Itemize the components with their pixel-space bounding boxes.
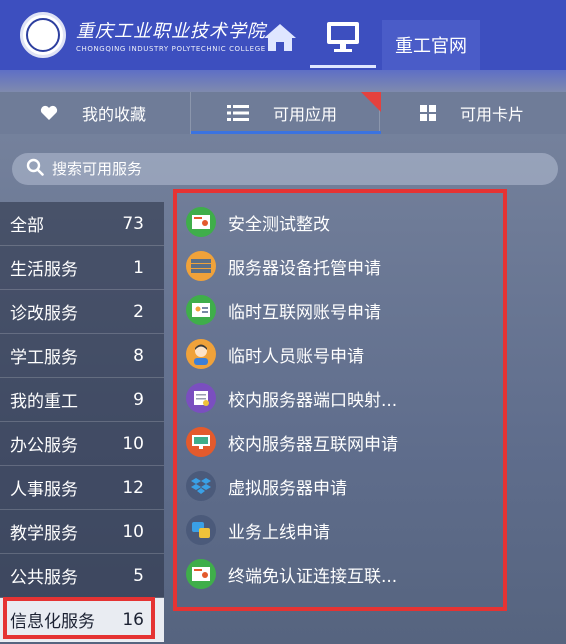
category-label: 我的重工 [10, 392, 78, 412]
category-count: 5 [133, 565, 144, 586]
person-icon [186, 339, 216, 369]
search-bar[interactable] [12, 153, 558, 185]
tab-available-cards[interactable]: 可用卡片 [420, 92, 566, 134]
monitor-icon[interactable] [310, 14, 376, 70]
category-label: 教学服务 [10, 524, 78, 544]
certificate-icon [186, 207, 216, 237]
category-label: 办公服务 [10, 436, 78, 456]
tab-available-apps[interactable]: 可用应用 [190, 92, 381, 134]
category-label: 诊改服务 [10, 304, 78, 324]
category-item-life[interactable]: 生活服务 1 [0, 246, 164, 290]
category-count: 9 [133, 389, 144, 410]
college-logo[interactable]: 重庆工业职业技术学院 CHONGQING INDUSTRY POLYTECHNI… [20, 12, 266, 58]
logo-title-cn: 重庆工业职业技术学院 [76, 21, 266, 42]
tab-favorites-label: 我的收藏 [82, 105, 147, 124]
category-label: 公共服务 [10, 568, 78, 588]
app-label: 临时互联网账号申请 [228, 302, 381, 323]
heart-icon [40, 105, 58, 121]
app-item[interactable]: 校内服务器互联网申请 [186, 420, 504, 464]
app-label: 安全测试整改 [228, 214, 330, 235]
category-count: 12 [122, 477, 144, 498]
tab-corner-marker [361, 92, 381, 112]
tab-available-cards-label: 可用卡片 [460, 105, 525, 124]
header-shadow [0, 70, 566, 92]
tab-favorites[interactable]: 我的收藏 [40, 92, 190, 134]
highlight-box-category [3, 597, 155, 639]
category-item-diagnosis[interactable]: 诊改服务 2 [0, 290, 164, 334]
app-label: 终端免认证连接互联... [228, 566, 398, 587]
category-item-my-college[interactable]: 我的重工 9 [0, 378, 164, 422]
app-label: 校内服务器端口映射... [228, 390, 398, 411]
certificate-icon [186, 559, 216, 589]
id-card-icon [186, 295, 216, 325]
app-label: 服务器设备托管申请 [228, 258, 381, 279]
document-icon [186, 383, 216, 413]
category-label: 学工服务 [10, 348, 78, 368]
server-icon [186, 251, 216, 281]
app-item[interactable]: 终端免认证连接互联... [186, 552, 504, 596]
search-icon [26, 158, 44, 180]
chat-icon [186, 515, 216, 545]
category-item-hr[interactable]: 人事服务 12 [0, 466, 164, 510]
app-item[interactable]: 临时人员账号申请 [186, 332, 504, 376]
category-list: 全部 73 生活服务 1 诊改服务 2 学工服务 8 我的重工 9 办公服务 10 人事服务… [0, 202, 164, 642]
category-count: 1 [133, 257, 144, 278]
category-item-teaching[interactable]: 教学服务 10 [0, 510, 164, 554]
dropbox-icon [186, 471, 216, 501]
app-item[interactable]: 业务上线申请 [186, 508, 504, 552]
category-label: 生活服务 [10, 260, 78, 280]
category-count: 10 [122, 521, 144, 542]
category-count: 2 [133, 301, 144, 322]
tab-available-apps-label: 可用应用 [273, 105, 338, 124]
app-list: 安全测试整改 服务器设备托管申请 临时互联网账号申请 临时人员账号申请 校内服务… [186, 200, 504, 596]
logo-title-en: CHONGQING INDUSTRY POLYTECHNIC COLLEGE [76, 45, 266, 53]
category-count: 8 [133, 345, 144, 366]
category-label: 人事服务 [10, 480, 78, 500]
grid-icon [420, 105, 436, 121]
nav-active-indicator [310, 65, 376, 68]
monitor-icon [186, 427, 216, 457]
category-count: 10 [122, 433, 144, 454]
app-item[interactable]: 临时互联网账号申请 [186, 288, 504, 332]
app-label: 临时人员账号申请 [228, 346, 364, 367]
app-item[interactable]: 校内服务器端口映射... [186, 376, 504, 420]
app-item[interactable]: 服务器设备托管申请 [186, 244, 504, 288]
category-item-student-affairs[interactable]: 学工服务 8 [0, 334, 164, 378]
home-icon[interactable] [262, 22, 298, 52]
category-item-public[interactable]: 公共服务 5 [0, 554, 164, 598]
app-label: 业务上线申请 [228, 522, 330, 543]
search-input[interactable] [52, 160, 532, 178]
college-seal-icon [20, 12, 66, 58]
app-label: 校内服务器互联网申请 [228, 434, 398, 455]
category-item-office[interactable]: 办公服务 10 [0, 422, 164, 466]
category-count: 73 [122, 213, 144, 234]
official-site-link[interactable]: 重工官网 [382, 20, 480, 70]
category-label: 全部 [10, 216, 44, 236]
category-item-all[interactable]: 全部 73 [0, 202, 164, 246]
app-item[interactable]: 安全测试整改 [186, 200, 504, 244]
top-header: 重庆工业职业技术学院 CHONGQING INDUSTRY POLYTECHNI… [0, 0, 566, 70]
list-icon [227, 104, 249, 122]
tab-active-indicator [191, 131, 381, 134]
app-item[interactable]: 虚拟服务器申请 [186, 464, 504, 508]
app-label: 虚拟服务器申请 [228, 478, 347, 499]
tab-bar: 我的收藏 可用应用 可用卡片 [0, 92, 566, 134]
